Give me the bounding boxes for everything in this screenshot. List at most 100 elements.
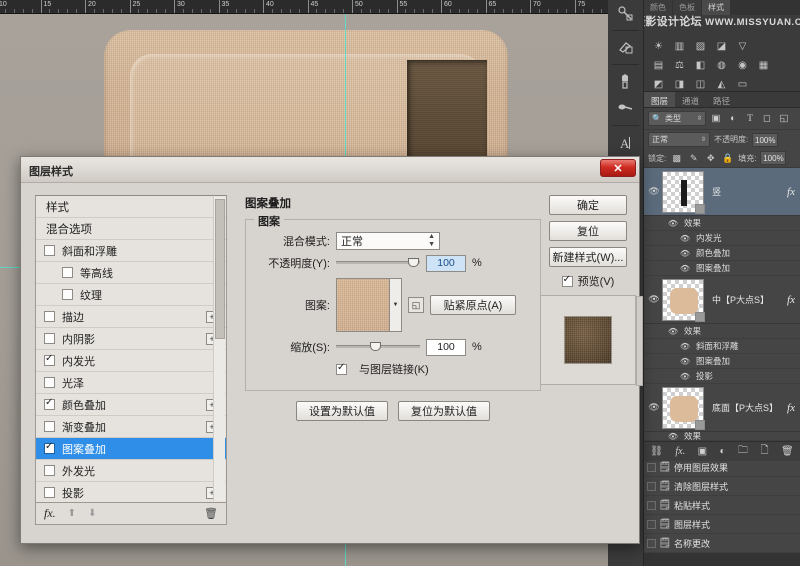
- lock-transparent-icon[interactable]: ▩: [670, 153, 683, 164]
- reset-default-button[interactable]: 复位为默认值: [398, 401, 490, 421]
- eye-icon[interactable]: 👁: [646, 402, 662, 413]
- list-item[interactable]: 👁 效果: [644, 216, 800, 231]
- checkbox[interactable]: [44, 333, 55, 344]
- fx-icon[interactable]: fx: [782, 402, 800, 414]
- checkbox[interactable]: [44, 487, 55, 498]
- fx-icon[interactable]: fx.: [44, 506, 56, 521]
- lock-image-icon[interactable]: ✎: [687, 153, 700, 164]
- set-default-button[interactable]: 设置为默认值: [296, 401, 388, 421]
- checkbox[interactable]: [562, 276, 573, 287]
- slider-knob[interactable]: [370, 342, 381, 351]
- layer-filter-row[interactable]: 🔍 类型 ⇳ ▣ ◐ T ◻ ◱: [644, 108, 800, 130]
- shape-filter-icon[interactable]: ◻: [760, 111, 774, 126]
- checkbox[interactable]: [44, 399, 55, 410]
- layer-name[interactable]: 底面【P大点S】: [704, 401, 782, 414]
- list-item[interactable]: 👁 颜色叠加: [644, 246, 800, 261]
- styles-item-bevel-emboss[interactable]: 斜面和浮雕: [36, 240, 226, 262]
- filter-kind-select[interactable]: 🔍 类型 ⇳: [648, 111, 706, 126]
- checkbox[interactable]: [44, 421, 55, 432]
- gradient-map-icon[interactable]: ◭: [713, 77, 730, 92]
- add-style-icon[interactable]: fx.: [675, 446, 685, 457]
- table-row[interactable]: 👁 竖 fx: [644, 168, 800, 216]
- curves-icon[interactable]: ▨: [692, 39, 709, 54]
- link-with-layer-checkbox[interactable]: 与图层链接(K): [336, 361, 429, 377]
- adjustment-row-3[interactable]: ◩ ◨ ◫ ◭ ▭: [644, 75, 800, 92]
- new-preset-icon[interactable]: ◱: [408, 297, 424, 313]
- dialog-titlebar[interactable]: 图层样式 ✕: [21, 157, 639, 183]
- eye-icon[interactable]: 👁: [678, 249, 692, 258]
- styles-item-styles[interactable]: 样式: [36, 196, 226, 218]
- type-tool[interactable]: A: [608, 129, 643, 156]
- list-item[interactable]: 👁 投影: [644, 369, 800, 384]
- fx-icon[interactable]: fx: [782, 294, 800, 306]
- type-filter-icon[interactable]: T: [743, 111, 757, 126]
- chevron-down-icon[interactable]: ▼: [390, 278, 402, 332]
- styles-item-color-overlay[interactable]: 颜色叠加 +: [36, 394, 226, 416]
- history-snapshot-box[interactable]: [647, 501, 656, 510]
- styles-item-gradient-overlay[interactable]: 渐变叠加 +: [36, 416, 226, 438]
- layer-thumbnail[interactable]: [662, 279, 704, 321]
- checkbox[interactable]: [44, 377, 55, 388]
- levels-icon[interactable]: ▥: [671, 39, 688, 54]
- move-down-icon[interactable]: ⬇: [88, 508, 96, 519]
- smart-object-filter-icon[interactable]: ◱: [777, 111, 791, 126]
- list-item[interactable]: 👁 内发光: [644, 231, 800, 246]
- fx-icon[interactable]: fx: [782, 186, 800, 198]
- eyedropper-tool[interactable]: [608, 0, 643, 27]
- clone-stamp-tool[interactable]: [608, 95, 643, 122]
- layer-thumbnail[interactable]: [662, 387, 704, 429]
- styles-item-drop-shadow[interactable]: 投影 +: [36, 482, 226, 503]
- scrollbar-thumb[interactable]: [215, 199, 225, 339]
- eye-icon[interactable]: 👁: [666, 327, 680, 336]
- eye-icon[interactable]: 👁: [678, 342, 692, 351]
- preview-scrollbar[interactable]: [636, 296, 643, 386]
- scale-slider[interactable]: [336, 339, 420, 355]
- adjustment-filter-icon[interactable]: ◐: [726, 111, 740, 126]
- eye-icon[interactable]: 👁: [646, 186, 662, 197]
- eye-icon[interactable]: 👁: [678, 264, 692, 273]
- eye-icon[interactable]: 👁: [678, 234, 692, 243]
- horizontal-ruler[interactable]: 1015202530354045505560657075: [0, 0, 608, 14]
- layer-thumbnail[interactable]: [662, 171, 704, 213]
- lock-position-icon[interactable]: ✥: [704, 153, 717, 164]
- checkbox[interactable]: [44, 311, 55, 322]
- list-item[interactable]: 👁 效果: [644, 324, 800, 339]
- checkbox[interactable]: [62, 289, 73, 300]
- layer-name[interactable]: 中【P大点S】: [704, 293, 782, 306]
- list-item[interactable]: 👁 斜面和浮雕: [644, 339, 800, 354]
- styles-item-texture[interactable]: 纹理: [36, 284, 226, 306]
- tab-channels[interactable]: 通道: [675, 92, 706, 107]
- list-item[interactable]: 🗒 图层样式: [644, 515, 800, 534]
- checkbox[interactable]: [44, 443, 55, 454]
- move-up-icon[interactable]: ⬆: [68, 508, 76, 519]
- channel-mixer-icon[interactable]: ◉: [734, 58, 751, 73]
- color-lookup-icon[interactable]: ▦: [755, 58, 772, 73]
- threshold-icon[interactable]: ◫: [692, 77, 709, 92]
- list-item[interactable]: 👁 图案叠加: [644, 261, 800, 276]
- styles-list-footer[interactable]: fx. ⬆ ⬇ 🗑: [35, 503, 227, 525]
- brightness-contrast-icon[interactable]: ☀: [650, 39, 667, 54]
- invert-icon[interactable]: ◩: [650, 77, 667, 92]
- table-row[interactable]: 👁 底面【P大点S】 fx: [644, 384, 800, 432]
- layer-lock-row[interactable]: 锁定: ▩ ✎ ✥ 🔒 填充: 100%: [644, 149, 800, 168]
- delete-effect-icon[interactable]: 🗑: [204, 507, 218, 520]
- layer-name[interactable]: 竖: [704, 185, 782, 198]
- eye-icon[interactable]: 👁: [646, 294, 662, 305]
- vibrance-icon[interactable]: ▽: [734, 39, 751, 54]
- styles-item-outer-glow[interactable]: 外发光: [36, 460, 226, 482]
- tab-layers[interactable]: 图层: [644, 92, 675, 107]
- tab-paths[interactable]: 路径: [706, 92, 737, 107]
- checkbox[interactable]: [336, 364, 347, 375]
- list-item[interactable]: 🗒 粘贴样式: [644, 496, 800, 515]
- styles-list[interactable]: 样式 混合选项 斜面和浮雕 等高线 纹理: [35, 195, 227, 503]
- styles-item-inner-glow[interactable]: 内发光: [36, 350, 226, 372]
- photo-filter-icon[interactable]: ◍: [713, 58, 730, 73]
- styles-list-scrollbar[interactable]: [213, 197, 225, 501]
- brush-tool[interactable]: [608, 68, 643, 95]
- history-snapshot-box[interactable]: [647, 482, 656, 491]
- slider-knob[interactable]: [408, 258, 419, 267]
- pattern-picker[interactable]: ▼: [336, 278, 402, 332]
- selective-color-icon[interactable]: ▭: [734, 77, 751, 92]
- layers-panel-tabs[interactable]: 图层 通道 路径: [644, 92, 800, 108]
- history-snapshot-box[interactable]: [647, 463, 656, 472]
